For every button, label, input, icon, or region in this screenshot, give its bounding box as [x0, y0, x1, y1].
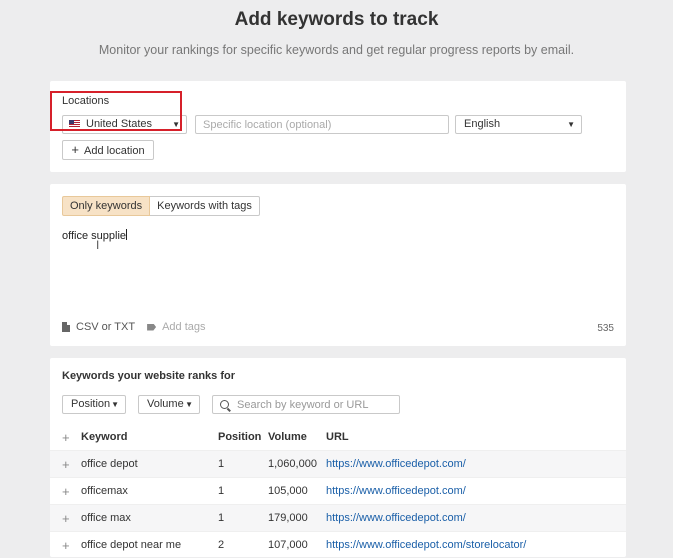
- add-keyword-plus-icon[interactable]: +: [50, 532, 81, 558]
- keywords-footer: CSV or TXT Add tags: [62, 321, 206, 333]
- tab-keywords-with-tags[interactable]: Keywords with tags: [150, 196, 260, 216]
- table-row: + office depot 1 1,060,000 https://www.o…: [50, 451, 626, 478]
- row-position: 2: [218, 532, 268, 558]
- chevron-down-icon: ▼: [172, 116, 180, 133]
- row-url-link[interactable]: https://www.officedepot.com/: [326, 478, 626, 505]
- position-filter-dropdown[interactable]: Position ▼: [62, 395, 126, 414]
- row-url-link[interactable]: https://www.officedepot.com/storelocator…: [326, 532, 626, 558]
- chevron-down-icon: ▼: [567, 116, 575, 133]
- keywords-text: office supplie: [62, 230, 126, 242]
- locations-card: Locations United States ▼ English ▼ + Add…: [50, 81, 626, 172]
- ranking-keywords-card: Keywords your website ranks for Position…: [50, 358, 626, 557]
- page-subtitle: Monitor your rankings for specific keywo…: [0, 43, 673, 57]
- ibeam-cursor-icon: I: [96, 238, 99, 252]
- country-value: United States: [86, 118, 152, 130]
- row-position: 1: [218, 478, 268, 505]
- tab-only-keywords[interactable]: Only keywords: [62, 196, 150, 216]
- add-all-plus-icon[interactable]: +: [50, 424, 81, 451]
- row-position: 1: [218, 505, 268, 532]
- add-location-button[interactable]: + Add location: [62, 140, 154, 160]
- row-keyword: officemax: [81, 478, 218, 505]
- plus-icon: +: [71, 142, 79, 157]
- keyword-search-box: [212, 395, 400, 414]
- position-filter-label: Position: [71, 398, 110, 410]
- search-icon: [220, 400, 229, 409]
- specific-location-input[interactable]: [195, 115, 449, 134]
- add-tags-button[interactable]: Add tags: [162, 321, 205, 333]
- row-url-link[interactable]: https://www.officedepot.com/: [326, 451, 626, 478]
- chevron-down-icon: ▼: [111, 396, 119, 413]
- chevron-down-icon: ▼: [185, 396, 193, 413]
- keywords-textarea[interactable]: office supplie: [62, 229, 127, 242]
- column-header-position[interactable]: Position: [218, 424, 268, 451]
- row-keyword: office depot: [81, 451, 218, 478]
- ranks-section-title: Keywords your website ranks for: [62, 370, 235, 382]
- add-location-label: Add location: [84, 145, 145, 157]
- add-keyword-plus-icon[interactable]: +: [50, 478, 81, 505]
- language-select[interactable]: English ▼: [455, 115, 582, 134]
- column-header-volume[interactable]: Volume: [268, 424, 326, 451]
- row-volume: 107,000: [268, 532, 326, 558]
- table-row: + officemax 1 105,000 https://www.office…: [50, 478, 626, 505]
- column-header-keyword[interactable]: Keyword: [81, 424, 218, 451]
- text-cursor: [126, 229, 127, 240]
- locations-label: Locations: [62, 95, 109, 107]
- file-upload-icon: [62, 322, 70, 332]
- keyword-mode-tabs: Only keywords Keywords with tags: [62, 196, 260, 216]
- row-keyword: office max: [81, 505, 218, 532]
- keyword-search-input[interactable]: [233, 396, 401, 413]
- volume-filter-label: Volume: [147, 398, 184, 410]
- tag-icon: [147, 324, 156, 331]
- volume-filter-dropdown[interactable]: Volume ▼: [138, 395, 200, 414]
- ranking-keywords-table: + Keyword Position Volume URL + office d…: [50, 424, 626, 558]
- keywords-input-card: Only keywords Keywords with tags office …: [50, 184, 626, 346]
- add-keyword-plus-icon[interactable]: +: [50, 451, 81, 478]
- table-row: + office depot near me 2 107,000 https:/…: [50, 532, 626, 558]
- add-keyword-plus-icon[interactable]: +: [50, 505, 81, 532]
- row-keyword: office depot near me: [81, 532, 218, 558]
- column-header-url[interactable]: URL: [326, 424, 626, 451]
- row-volume: 1,060,000: [268, 451, 326, 478]
- page-title: Add keywords to track: [0, 9, 673, 31]
- table-header-row: + Keyword Position Volume URL: [50, 424, 626, 451]
- row-volume: 105,000: [268, 478, 326, 505]
- row-position: 1: [218, 451, 268, 478]
- character-count: 535: [597, 323, 614, 334]
- country-select[interactable]: United States ▼: [62, 115, 187, 134]
- language-value: English: [464, 118, 500, 130]
- csv-upload-link[interactable]: CSV or TXT: [76, 321, 135, 333]
- row-url-link[interactable]: https://www.officedepot.com/: [326, 505, 626, 532]
- table-row: + office max 1 179,000 https://www.offic…: [50, 505, 626, 532]
- row-volume: 179,000: [268, 505, 326, 532]
- us-flag-icon: [69, 120, 80, 127]
